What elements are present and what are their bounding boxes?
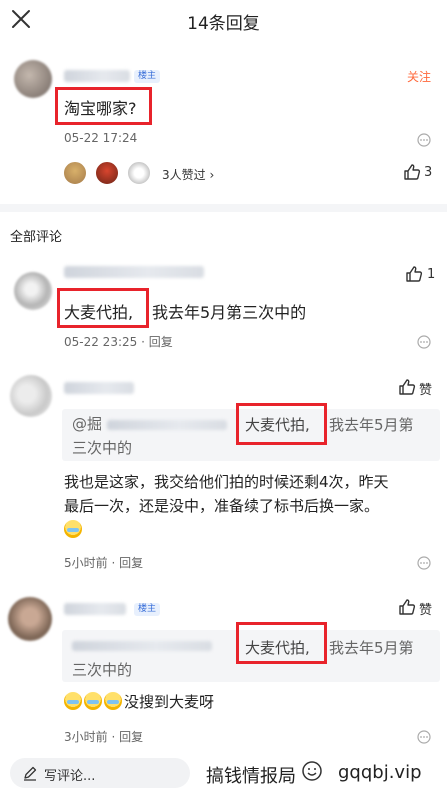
- comment-meta-reply[interactable]: 05-22 23:25 · 回复: [64, 333, 173, 350]
- watermark-text: 搞钱情报局: [206, 766, 296, 787]
- op-badge: 楼主: [134, 603, 161, 616]
- quote-text: 我去年5月第: [329, 639, 414, 657]
- avatar[interactable]: [10, 375, 52, 417]
- quote-prefix: @掘: [72, 415, 103, 433]
- op-badge: 楼主: [134, 70, 161, 83]
- username-blurred: [106, 419, 227, 430]
- section-divider: [0, 204, 447, 212]
- avatar[interactable]: [8, 597, 52, 641]
- comment-text: 我也是这家，我交给他们拍的时候还剩4次，昨天 最后一次，还是没中，准备续了标书后…: [64, 470, 442, 542]
- avatar[interactable]: [14, 272, 52, 310]
- comment-text: 我去年5月第三次中的: [152, 303, 307, 322]
- comment-placeholder: 写评论...: [44, 769, 96, 784]
- liker-avatar[interactable]: [126, 160, 152, 186]
- watermark-url: gqqbj.vip: [338, 762, 422, 783]
- comment-text-highlight: 大麦代拍,: [64, 303, 134, 322]
- thumb-up-icon[interactable]: [398, 378, 416, 396]
- crying-emoji-icon: [104, 692, 122, 710]
- more-icon[interactable]: [417, 133, 431, 147]
- quote-text: 三次中的: [72, 661, 133, 679]
- comment-text: 没搜到大麦呀: [64, 690, 214, 714]
- section-title: 全部评论: [10, 230, 63, 245]
- liker-avatar[interactable]: [94, 160, 120, 186]
- header-bar: 14条回复: [0, 0, 447, 40]
- like-count: 3: [424, 165, 433, 180]
- page-title: 14条回复: [187, 14, 260, 34]
- follow-button[interactable]: 关注: [407, 68, 431, 85]
- avatar[interactable]: [14, 60, 52, 98]
- quote-text: 三次中的: [72, 439, 133, 457]
- emoji-icon[interactable]: [301, 760, 323, 782]
- more-icon[interactable]: [417, 335, 431, 349]
- liker-avatar[interactable]: [62, 160, 88, 186]
- more-icon[interactable]: [417, 556, 431, 570]
- highlight-box: [236, 622, 327, 664]
- username-blurred: [72, 640, 212, 651]
- like-count: 1: [427, 267, 436, 282]
- username-blurred[interactable]: [64, 382, 134, 394]
- post-timestamp: 05-22 17:24: [64, 131, 138, 145]
- thumb-up-icon[interactable]: [398, 598, 416, 616]
- comment-input[interactable]: 写评论...: [10, 758, 190, 788]
- username-blurred[interactable]: [64, 70, 130, 82]
- crying-emoji-icon: [84, 692, 102, 710]
- crying-emoji-icon: [64, 520, 82, 538]
- thumb-up-icon[interactable]: [405, 265, 423, 283]
- like-label: 赞: [419, 383, 433, 398]
- more-icon[interactable]: [417, 730, 431, 744]
- likes-summary-link[interactable]: 3人赞过 ›: [162, 166, 214, 183]
- comment-meta-reply[interactable]: 5小时前 · 回复: [64, 554, 143, 571]
- pen-icon: [24, 766, 37, 781]
- username-blurred[interactable]: [64, 603, 126, 615]
- highlight-box: [236, 403, 327, 445]
- thumb-up-icon[interactable]: [403, 163, 421, 181]
- post-text: 淘宝哪家?: [64, 99, 137, 118]
- crying-emoji-icon: [64, 692, 82, 710]
- comment-meta-reply[interactable]: 3小时前 · 回复: [64, 728, 143, 745]
- username-blurred[interactable]: [64, 266, 204, 278]
- quote-text: 我去年5月第: [329, 416, 414, 434]
- like-label: 赞: [419, 603, 433, 618]
